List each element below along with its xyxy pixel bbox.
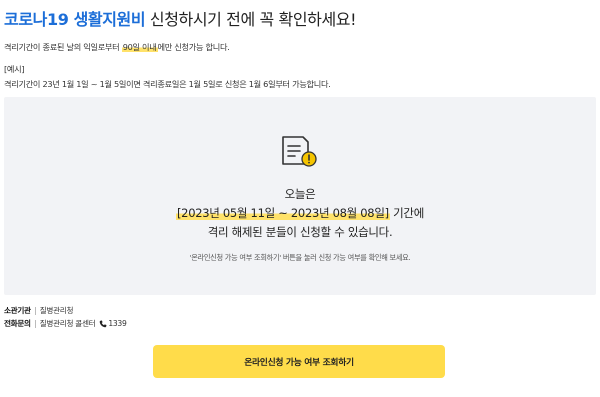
- deadline-notice-before: 격리기간이 종료된 날의 익일로부터: [4, 42, 122, 52]
- page-title: 코로나19 생활지원비 신청하시기 전에 꼭 확인하세요!: [4, 6, 357, 30]
- deadline-notice: 격리기간이 종료된 날의 익일로부터 90일 이내에만 신청가능 합니다.: [4, 41, 230, 53]
- agency-value: 질병관리청: [39, 306, 74, 315]
- phone-number-link[interactable]: 1339: [99, 319, 127, 328]
- agency-divider: [34, 306, 36, 315]
- phone-icon: [100, 319, 107, 327]
- contact-row: 전화문의 질병관리청 콜센터 1339: [4, 318, 127, 329]
- example-text: 격리기간이 23년 1월 1일 ~ 1월 5일이면 격리종료일은 1월 5일로 …: [4, 79, 331, 89]
- today-label: 오늘은: [284, 187, 316, 201]
- agency-row: 소관기관 질병관리청: [4, 305, 73, 316]
- contact-label: 전화문의: [4, 319, 31, 328]
- contact-value: 질병관리청 콜센터: [39, 319, 96, 328]
- title-rest: 신청하시기 전에 꼭 확인하세요!: [145, 10, 357, 29]
- deadline-notice-after: 에만 신청가능 합니다.: [157, 42, 230, 52]
- contact-divider: [34, 319, 36, 328]
- application-period: [2023년 05월 11일 ~ 2023년 08월 08일] 기간에: [0, 205, 600, 221]
- page: 코로나19 생활지원비 신청하시기 전에 꼭 확인하세요! 격리기간이 종료된 …: [0, 0, 600, 397]
- example-label: [예시]: [4, 64, 25, 74]
- document-warning-icon: [282, 136, 317, 167]
- date-range: [2023년 05월 11일 ~ 2023년 08월 08일]: [176, 206, 390, 220]
- eligibility-message: 격리 해제된 분들이 신청할 수 있습니다.: [207, 225, 393, 239]
- check-eligibility-button[interactable]: 온라인신청 가능 여부 조회하기: [153, 345, 445, 378]
- title-highlight: 코로나19 생활지원비: [4, 10, 146, 29]
- agency-label: 소관기관: [4, 306, 31, 315]
- deadline-highlight: 90일 이내: [121, 42, 158, 52]
- check-button-hint: '온라인신청 가능 여부 조회하기' 버튼을 눌러 신청 가능 여부를 확인해 …: [189, 253, 411, 262]
- date-suffix: 기간에: [389, 206, 424, 220]
- phone-number: 1339: [108, 319, 127, 328]
